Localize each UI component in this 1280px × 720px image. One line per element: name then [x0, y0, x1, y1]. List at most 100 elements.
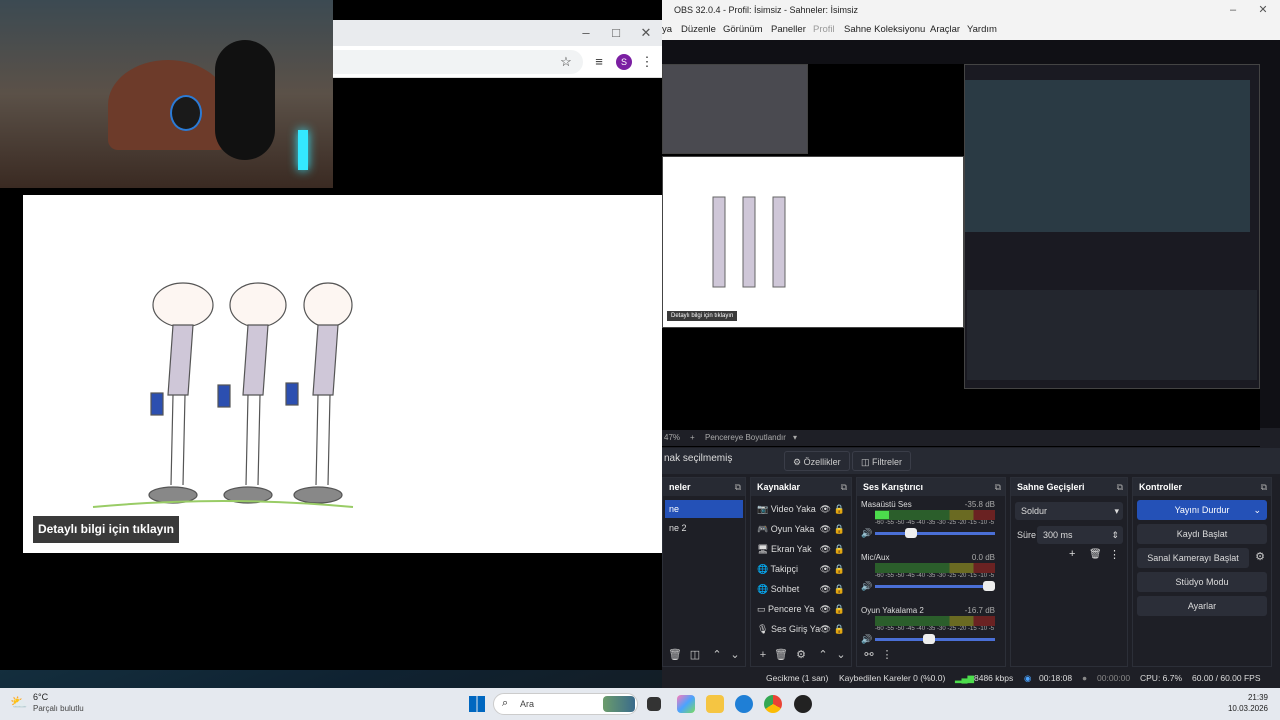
eye-icon[interactable]: 👁 — [820, 520, 831, 538]
obs-icon[interactable] — [794, 695, 812, 713]
source-item[interactable]: ▭ Pencere Ya 👁 🔒 — [753, 600, 849, 618]
volume-knob[interactable] — [983, 581, 995, 591]
system-clock[interactable]: 21:39 10.03.2026 — [1228, 692, 1268, 714]
address-bar[interactable] — [333, 50, 583, 74]
lock-icon[interactable]: 🔒 — [834, 620, 845, 638]
link-icon[interactable]: ⚯ — [861, 647, 877, 663]
menu-view[interactable]: Görünüm — [723, 20, 763, 40]
close-icon[interactable]: ✕ — [1248, 0, 1278, 20]
speaker-icon[interactable]: 🔊 — [861, 528, 872, 539]
dropped-frames: Kaybedilen Kareler 0 (%0.0) — [839, 673, 946, 683]
monitor-icon: 🖥 — [757, 544, 771, 554]
trash-icon[interactable]: 🗑 — [773, 647, 789, 663]
task-view-icon[interactable] — [647, 697, 661, 711]
minimize-icon[interactable]: – — [571, 20, 601, 46]
preview-canvas[interactable]: Detaylı bilgi için tıklayın — [662, 64, 1260, 447]
source-item[interactable]: 🎮 Oyun Yaka 👁 🔒 — [753, 520, 849, 538]
move-down-icon[interactable]: ⌄ — [727, 647, 743, 663]
record-time: 00:00:00 — [1097, 673, 1131, 683]
menu-docks[interactable]: Paneller — [771, 20, 806, 40]
taskbar-search[interactable]: ⌕ Ara — [493, 693, 638, 715]
obs-titlebar[interactable]: OBS 32.0.4 - Profil: İsimsiz - Sahneler:… — [662, 0, 1280, 20]
undock-icon[interactable]: ⧉ — [995, 478, 1001, 496]
move-up-icon[interactable]: ⌃ — [815, 647, 831, 663]
menu-edit[interactable]: Düzenle — [681, 20, 716, 40]
file-explorer-icon[interactable] — [706, 695, 724, 713]
stop-stream-button[interactable]: Yayını Durdur ⌄ — [1137, 500, 1267, 520]
speaker-icon[interactable]: 🔊 — [861, 581, 872, 592]
menu-profile[interactable]: Profil — [813, 20, 835, 40]
close-icon[interactable]: ✕ — [631, 20, 661, 46]
source-item[interactable]: 🌐 Sohbet 👁 🔒 — [753, 580, 849, 598]
menu-tools[interactable]: Araçlar — [930, 20, 960, 40]
minimize-icon[interactable]: – — [1218, 0, 1248, 20]
volume-knob[interactable] — [923, 634, 935, 644]
start-virtual-camera-button[interactable]: Sanal Kamerayı Başlat — [1137, 548, 1249, 568]
properties-button[interactable]: ⚙ Özellikler — [784, 451, 850, 471]
trash-icon[interactable]: 🗑 — [1089, 549, 1102, 560]
browser-titlebar[interactable]: – □ ✕ — [333, 20, 662, 46]
start-button[interactable] — [469, 696, 485, 712]
undock-icon[interactable]: ⧉ — [1117, 478, 1123, 496]
studio-mode-button[interactable]: Stüdyo Modu — [1137, 572, 1267, 592]
trash-icon[interactable]: 🗑 — [667, 647, 683, 663]
add-icon[interactable]: + — [1069, 548, 1075, 560]
volume-slider[interactable] — [875, 581, 995, 591]
maximize-icon[interactable]: □ — [601, 20, 631, 46]
menu-file[interactable]: ya — [662, 20, 672, 40]
source-item[interactable]: 🎙 Ses Giriş Ya 👁 🔒 — [753, 620, 849, 638]
move-down-icon[interactable]: ⌄ — [833, 647, 849, 663]
details-cta-button[interactable]: Detaylı bilgi için tıklayın — [33, 516, 179, 543]
gear-icon[interactable]: ⚙ — [793, 647, 809, 663]
gear-icon[interactable]: ⚙ — [1255, 550, 1265, 563]
filter-icon[interactable]: ◫ — [687, 647, 703, 663]
lock-icon[interactable]: 🔒 — [834, 500, 845, 518]
eye-icon[interactable]: 👁 — [820, 600, 831, 618]
zoom-mode[interactable]: Pencereye Boyutlandır — [705, 430, 786, 446]
menu-icon[interactable]: ⋮ — [1109, 548, 1120, 561]
eye-icon[interactable]: 👁 — [820, 560, 831, 578]
chevron-down-icon[interactable]: ▾ — [793, 430, 797, 446]
obs-menubar: ya Düzenle Görünüm Paneller Profil Sahne… — [662, 20, 1280, 40]
playlist-icon[interactable]: ≡ — [589, 52, 609, 72]
menu-icon[interactable]: ⋮ — [637, 52, 657, 72]
source-item[interactable]: 📷 Video Yaka 👁 🔒 — [753, 500, 849, 518]
star-icon[interactable]: ☆ — [556, 52, 576, 72]
scene-item[interactable]: ne — [665, 500, 743, 518]
chrome-icon[interactable] — [764, 695, 782, 713]
eye-icon[interactable]: 👁 — [820, 500, 831, 518]
lock-icon[interactable]: 🔒 — [834, 600, 845, 618]
eye-icon[interactable]: 👁 — [820, 620, 831, 638]
eye-icon[interactable]: 👁 — [820, 580, 831, 598]
menu-help[interactable]: Yardım — [967, 20, 997, 40]
undock-icon[interactable]: ⧉ — [841, 478, 847, 496]
volume-knob[interactable] — [905, 528, 917, 538]
edge-icon[interactable] — [735, 695, 753, 713]
undock-icon[interactable]: ⧉ — [735, 478, 741, 496]
zoom-plus-icon[interactable]: + — [690, 430, 695, 446]
zoom-level[interactable]: 47% — [664, 430, 680, 446]
volume-slider[interactable] — [875, 634, 995, 644]
menu-icon[interactable]: ⋮ — [879, 647, 895, 663]
volume-slider[interactable] — [875, 528, 995, 538]
source-item[interactable]: 🖥 Ekran Yak 👁 🔒 — [753, 540, 849, 558]
lock-icon[interactable]: 🔒 — [834, 580, 845, 598]
settings-button[interactable]: Ayarlar — [1137, 596, 1267, 616]
lock-icon[interactable]: 🔒 — [834, 540, 845, 558]
scene-item[interactable]: ne 2 — [665, 519, 743, 537]
duration-input[interactable]: 300 ms ⇕ — [1037, 526, 1123, 544]
source-item[interactable]: 🌐 Takipçi 👁 🔒 — [753, 560, 849, 578]
transition-select[interactable]: Soldur ▾ — [1015, 502, 1123, 520]
copilot-icon[interactable] — [677, 695, 695, 713]
move-up-icon[interactable]: ⌃ — [709, 647, 725, 663]
add-icon[interactable]: + — [755, 647, 771, 663]
stepper-icon[interactable]: ⇕ — [1111, 526, 1119, 544]
avatar[interactable]: S — [616, 54, 632, 70]
lock-icon[interactable]: 🔒 — [834, 560, 845, 578]
menu-scene-collection[interactable]: Sahne Koleksiyonu — [844, 20, 925, 40]
filters-button[interactable]: ◫ Filtreler — [852, 451, 912, 471]
undock-icon[interactable]: ⧉ — [1261, 478, 1267, 496]
eye-icon[interactable]: 👁 — [820, 540, 831, 558]
lock-icon[interactable]: 🔒 — [834, 520, 845, 538]
start-recording-button[interactable]: Kaydı Başlat — [1137, 524, 1267, 544]
